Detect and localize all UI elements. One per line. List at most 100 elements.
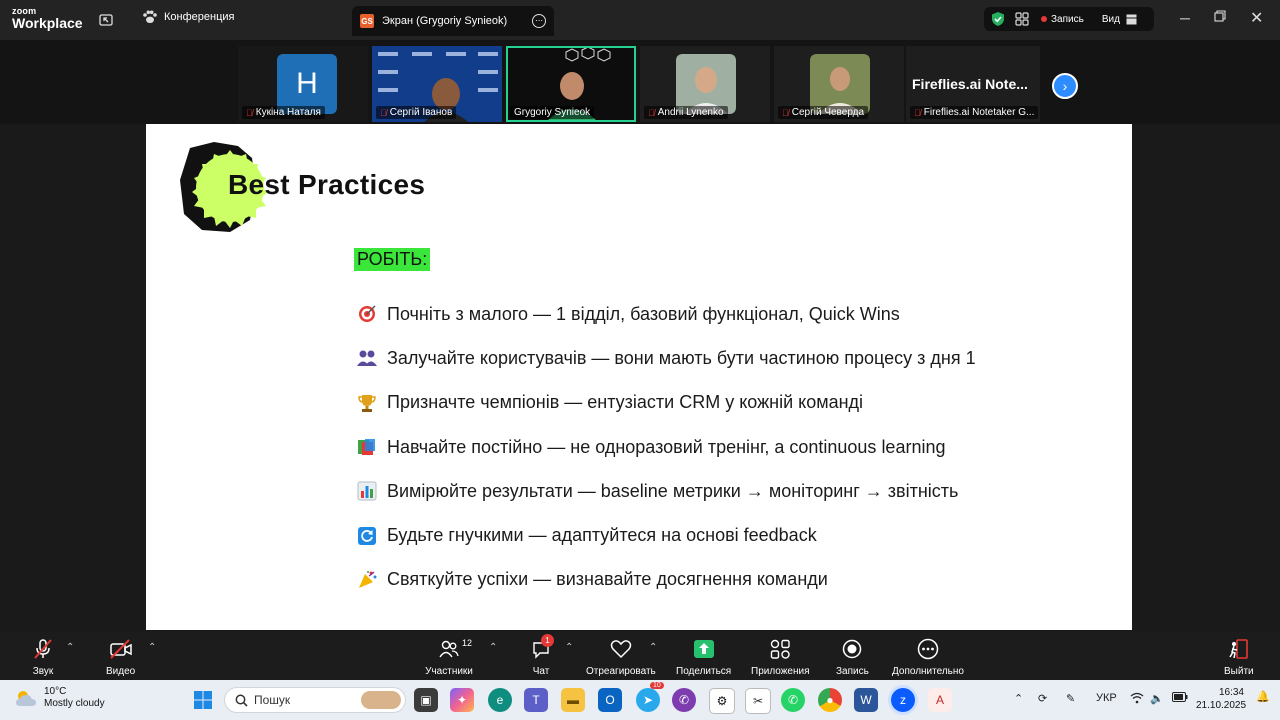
- leave-button[interactable]: Выйти: [1224, 638, 1254, 677]
- list-item: Призначте чемпіонів — ентузіасти CRM у к…: [356, 381, 976, 425]
- apps-icon: [770, 638, 790, 660]
- record-button[interactable]: Запись: [836, 638, 869, 677]
- react-options-caret-icon[interactable]: ⌃: [649, 642, 657, 653]
- temperature: 10°C: [44, 686, 67, 697]
- grid-view-icon: [1126, 14, 1137, 24]
- participant-gallery: H 🎙̸ Кукіна Наталя 🎙̸ Сергій Іванов Gryg…: [0, 40, 1280, 124]
- trophy-icon: [356, 392, 378, 414]
- minimize-panel-icon[interactable]: [98, 12, 114, 28]
- conference-menu[interactable]: Конференция: [142, 10, 234, 24]
- list-item: Святкуйте успіхи — визнавайте досягнення…: [356, 558, 976, 602]
- books-icon: [356, 436, 378, 458]
- participant-name-tag: 🎙̸ Сергій Чеверда: [778, 106, 869, 119]
- people-icon: [356, 347, 378, 369]
- audio-options-caret-icon[interactable]: ⌃: [66, 642, 74, 653]
- chat-icon: 1: [531, 634, 554, 660]
- participants-options-caret-icon[interactable]: ⌃: [489, 642, 497, 653]
- chat-button[interactable]: 1 Чат: [531, 634, 554, 677]
- battery-icon[interactable]: [1172, 692, 1188, 705]
- conference-label: Конференция: [164, 11, 235, 23]
- refresh-icon: [356, 525, 378, 547]
- share-screen-icon: [693, 638, 715, 660]
- participant-name-tag: 🎙̸ Сергій Іванов: [376, 106, 457, 119]
- party-icon: [356, 569, 378, 591]
- participant-tile[interactable]: Fireflies.ai Note... 🎙̸ Fireflies.ai Not…: [906, 46, 1040, 122]
- chat-unread-badge: 1: [541, 634, 554, 647]
- whatsapp-icon[interactable]: ✆: [781, 688, 805, 712]
- minimize-window-icon[interactable]: ─: [1180, 10, 1190, 26]
- file-explorer-icon[interactable]: ▬: [561, 688, 585, 712]
- teams-icon[interactable]: T: [524, 688, 548, 712]
- participants-button[interactable]: 12 Участники: [424, 638, 474, 677]
- mic-muted-icon: 🎙̸: [246, 107, 253, 118]
- system-clock[interactable]: 16:34 21.10.2025: [1196, 686, 1246, 712]
- participant-name-tag: Grygoriy Synieok: [510, 106, 595, 119]
- best-practices-list: Почніть з малого — 1 відділ, базовий фун…: [356, 292, 976, 602]
- sync-icon[interactable]: ⟳: [1038, 692, 1047, 705]
- snipping-tool-icon[interactable]: ✂: [745, 688, 771, 714]
- outlook-icon[interactable]: O: [598, 688, 622, 712]
- video-options-caret-icon[interactable]: ⌃: [148, 642, 156, 653]
- participant-name-tag: 🎙̸ Fireflies.ai Notetaker G...: [910, 106, 1039, 119]
- acrobat-icon[interactable]: A: [928, 688, 952, 712]
- mic-muted-icon: 🎙̸: [782, 107, 789, 118]
- windows-start-icon[interactable]: [191, 688, 215, 712]
- weather-widget[interactable]: 10°C Mostly cloudy: [14, 686, 105, 710]
- mic-muted-icon: 🎙̸: [648, 107, 655, 118]
- recording-dot-icon: [1041, 16, 1047, 22]
- edge-browser-icon[interactable]: e: [488, 688, 512, 712]
- task-view-icon[interactable]: ▣: [414, 688, 438, 712]
- more-button[interactable]: Дополнительно: [892, 638, 964, 677]
- next-page-arrow-icon[interactable]: ›: [1052, 73, 1078, 99]
- restore-window-icon[interactable]: [1214, 9, 1226, 25]
- leave-door-icon: [1228, 638, 1250, 660]
- show-hidden-icons-icon[interactable]: ⌃: [1014, 692, 1023, 705]
- sharer-initials: GS: [360, 14, 374, 28]
- participant-tile[interactable]: 🎙̸ Сергій Чеверда: [774, 46, 904, 122]
- participants-count: 12: [462, 638, 473, 648]
- taskbar-search-input[interactable]: Пошук: [224, 687, 406, 713]
- notifications-bell-icon[interactable]: 🔔: [1256, 690, 1270, 703]
- apps-button[interactable]: Приложения: [751, 638, 810, 677]
- cloud-sun-icon: [16, 691, 36, 706]
- react-button[interactable]: Отреагировать: [586, 638, 656, 677]
- avatar: [676, 54, 736, 114]
- word-icon[interactable]: W: [854, 688, 878, 712]
- microphone-tray-icon[interactable]: ✎: [1066, 692, 1075, 705]
- share-button[interactable]: Поделиться: [676, 638, 731, 677]
- chat-options-caret-icon[interactable]: ⌃: [565, 642, 573, 653]
- shared-screen-area: Best Practices РОБІТЬ: Почніть з малого …: [0, 124, 1280, 632]
- view-button[interactable]: Вид: [1102, 14, 1137, 25]
- list-item: Навчайте постійно — не одноразовий трені…: [356, 425, 976, 469]
- shield-check-icon[interactable]: [991, 11, 1005, 27]
- wifi-icon[interactable]: [1130, 692, 1144, 707]
- audio-button[interactable]: Звук: [32, 638, 54, 677]
- screen-share-tab[interactable]: GS Экран (Grygoriy Synieok) ⋯: [352, 6, 554, 36]
- video-button[interactable]: Видео: [106, 638, 135, 677]
- clock-time: 16:34: [1218, 687, 1244, 698]
- language-indicator[interactable]: УКР: [1096, 692, 1117, 704]
- weather-description: Mostly cloudy: [44, 698, 105, 709]
- volume-icon[interactable]: 🔈: [1150, 692, 1164, 705]
- captions-icon[interactable]: [1015, 12, 1029, 26]
- more-options-icon[interactable]: ⋯: [532, 14, 546, 28]
- close-window-icon[interactable]: ✕: [1250, 8, 1263, 28]
- slide-title: Best Practices: [228, 169, 426, 200]
- participant-tile[interactable]: H 🎙̸ Кукіна Наталя: [238, 46, 368, 122]
- participant-tile[interactable]: 🎙̸ Andrii Lynenko: [640, 46, 770, 122]
- participant-tile-active-speaker[interactable]: Grygoriy Synieok: [506, 46, 636, 122]
- chatgpt-icon[interactable]: ⚙: [709, 688, 735, 714]
- zoom-app-icon[interactable]: z: [891, 688, 915, 712]
- presentation-slide: Best Practices РОБІТЬ: Почніть з малого …: [146, 124, 1132, 630]
- chrome-icon[interactable]: ●: [818, 688, 842, 712]
- record-icon: [842, 638, 862, 660]
- participant-tile[interactable]: 🎙̸ Сергій Іванов: [372, 46, 502, 122]
- mic-muted-icon: 🎙̸: [380, 107, 387, 118]
- list-item: Почніть з малого — 1 відділ, базовий фун…: [356, 292, 976, 336]
- telegram-icon[interactable]: ➤ 10: [636, 682, 664, 712]
- recording-indicator[interactable]: Запись: [1041, 14, 1084, 25]
- viber-icon[interactable]: ✆: [672, 688, 696, 712]
- meeting-status-group: Запись Вид: [984, 7, 1154, 31]
- copilot-icon[interactable]: ✦: [450, 688, 474, 712]
- more-icon: [917, 638, 939, 660]
